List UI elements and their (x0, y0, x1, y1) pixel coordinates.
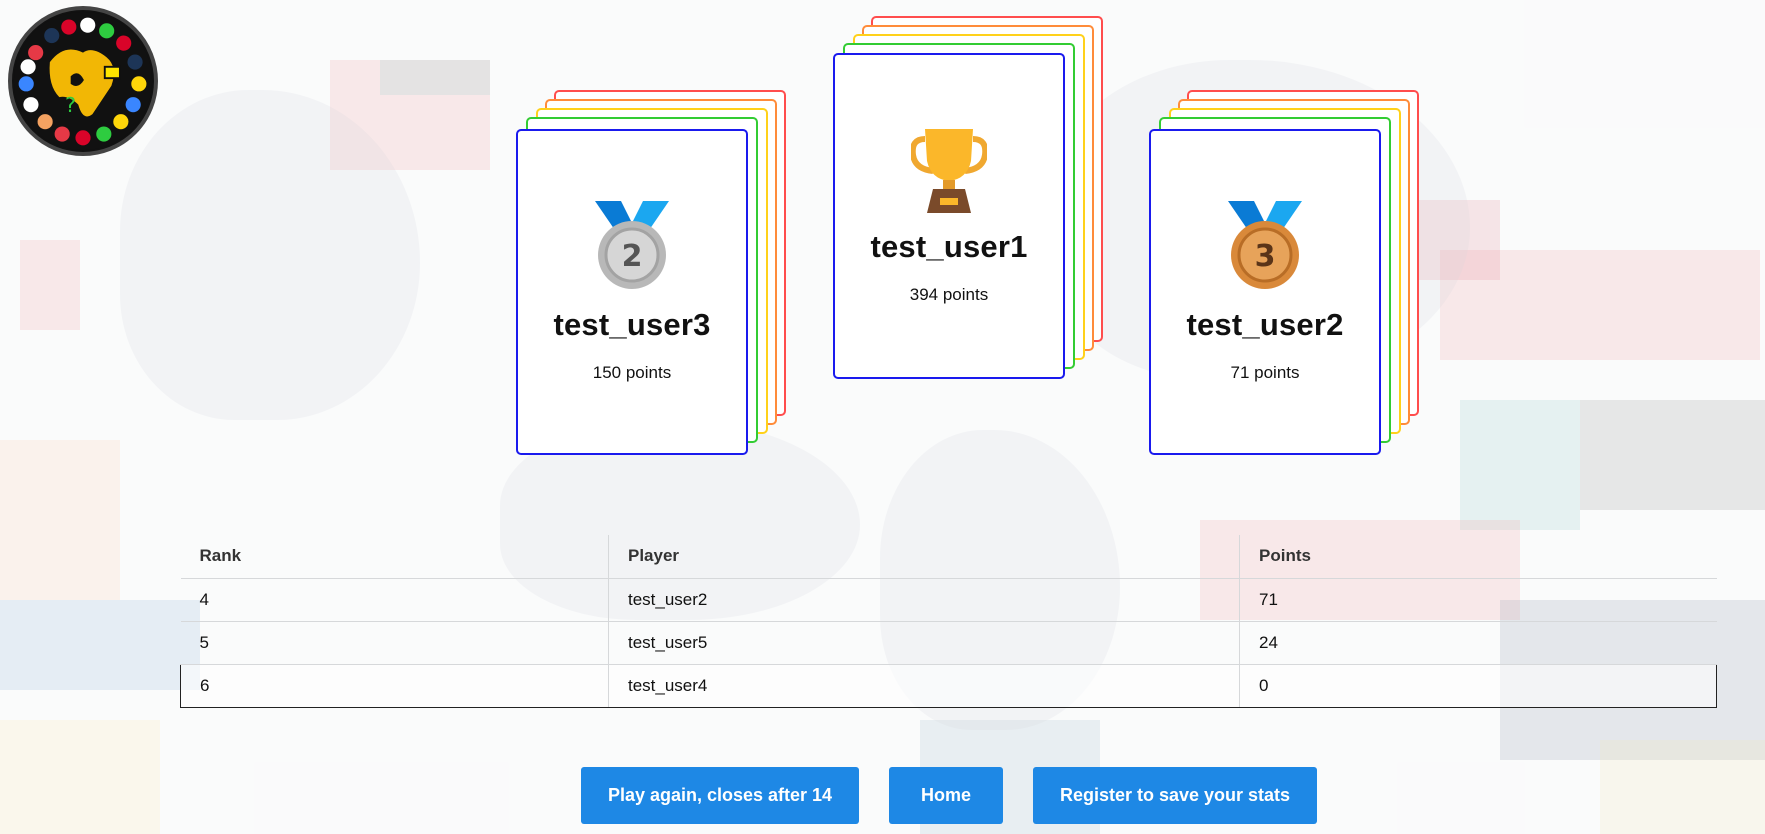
player-cell: test_user4 (608, 664, 1240, 708)
podium-points: 394 points (909, 285, 989, 304)
home-button[interactable]: Home (889, 767, 1003, 824)
trophy-icon (911, 129, 987, 213)
bronze-medal-icon: 3 (1228, 201, 1302, 289)
register-button[interactable]: Register to save your stats (1033, 767, 1317, 824)
podium-points: 150 points (592, 363, 672, 382)
column-header-points: Points (1239, 535, 1717, 579)
rank-cell: 4 (180, 578, 609, 622)
points-cell: 71 (1239, 578, 1717, 622)
table-row: 5 test_user5 24 (180, 621, 1717, 665)
podium-points: 71 points (1230, 363, 1300, 382)
player-cell: test_user5 (608, 621, 1240, 665)
podium-card-first: test_user1 394 points (833, 53, 1065, 379)
column-header-player: Player (608, 535, 1240, 579)
podium-username: test_user2 (1186, 307, 1344, 342)
svg-text:?: ? (65, 93, 76, 117)
points-cell: 24 (1239, 621, 1717, 665)
player-cell: test_user2 (608, 578, 1240, 622)
app-logo[interactable]: ? (8, 6, 158, 156)
table-header-row: Rank Player Points (180, 535, 1717, 579)
table-row: 4 test_user2 71 (180, 578, 1717, 622)
svg-text:2: 2 (622, 239, 643, 274)
svg-text:3: 3 (1255, 239, 1276, 274)
column-header-rank: Rank (180, 535, 609, 579)
silver-medal-icon: 2 (595, 201, 669, 289)
podium-card-second: 2 test_user3 150 points (516, 129, 748, 455)
leaderboard-table: Rank Player Points 4 test_user2 71 5 tes… (180, 535, 1717, 708)
globe-flags-logo-icon: ? (13, 11, 153, 151)
rank-cell: 6 (180, 664, 609, 708)
play-again-button[interactable]: Play again, closes after 14 (581, 767, 859, 824)
podium-card-third: 3 test_user2 71 points (1149, 129, 1381, 455)
rank-cell: 5 (180, 621, 609, 665)
table-row: 6 test_user4 0 (180, 664, 1717, 708)
points-cell: 0 (1239, 664, 1717, 708)
podium-username: test_user1 (870, 229, 1028, 264)
podium-username: test_user3 (553, 307, 711, 342)
